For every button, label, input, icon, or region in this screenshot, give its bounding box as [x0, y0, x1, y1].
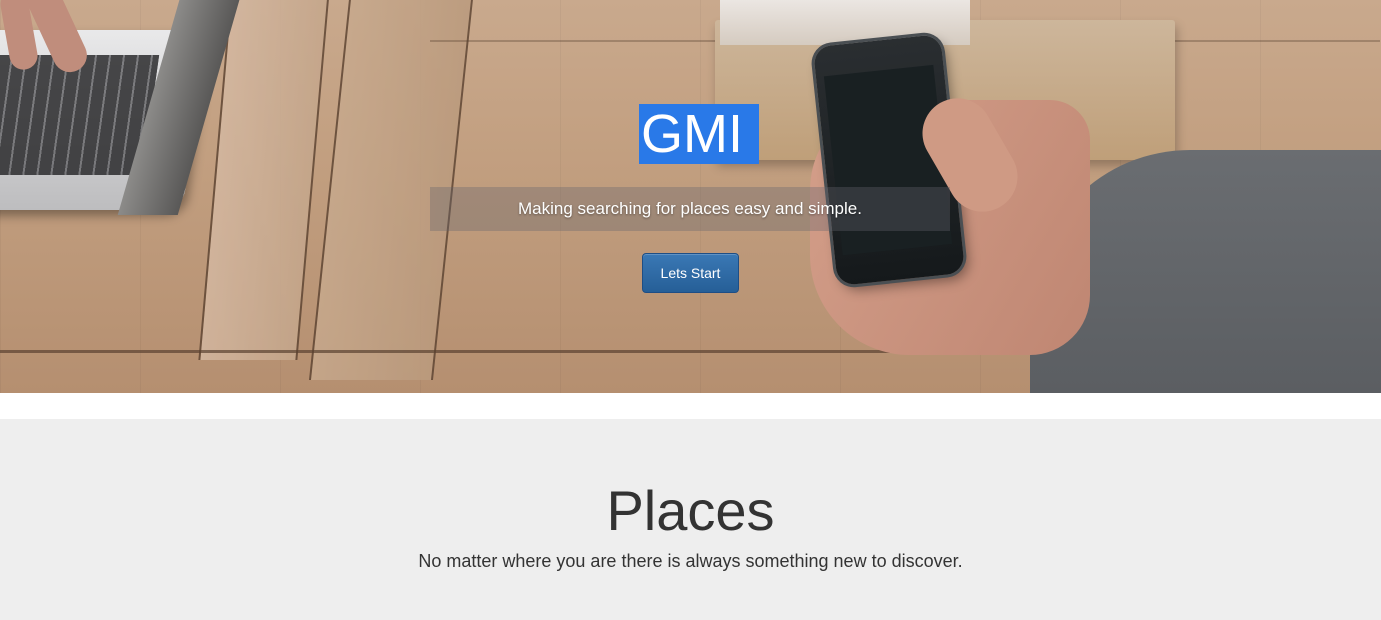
hero-title: GMI — [639, 104, 759, 164]
hero-section: GMI Making searching for places easy and… — [0, 0, 1381, 393]
places-section: Places No matter where you are there is … — [0, 419, 1381, 620]
lets-start-button[interactable]: Lets Start — [642, 253, 739, 293]
hero-subtitle: Making searching for places easy and sim… — [518, 199, 862, 218]
places-title: Places — [606, 479, 775, 542]
places-subtitle: No matter where you are there is always … — [418, 551, 963, 571]
